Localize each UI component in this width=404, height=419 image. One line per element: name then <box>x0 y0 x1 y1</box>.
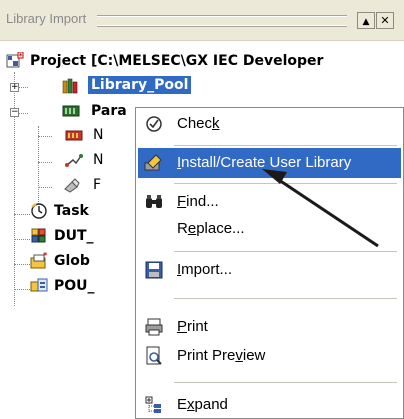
task-clock-icon <box>31 203 47 219</box>
tool-label: F <box>93 177 102 193</box>
tree-item-network-1[interactable]: N <box>30 125 135 147</box>
print-label: Print <box>177 318 208 335</box>
window-title: Library Import <box>6 11 87 26</box>
printer-icon <box>145 318 163 336</box>
global-vars-label: Glob <box>54 253 90 269</box>
title-bar: Library Import ▲ ✕ <box>0 0 404 41</box>
pou-icon <box>30 278 48 292</box>
install-create-user-library-label: Install/Create User Library <box>177 154 352 171</box>
menu-item-find[interactable]: Find... <box>136 188 401 216</box>
tree-item-library-pool[interactable]: + Library_Pool <box>6 76 196 98</box>
menu-item-print[interactable]: Print <box>136 313 401 341</box>
find-label: Find... <box>177 193 219 210</box>
network-label: N <box>93 127 104 143</box>
menu-separator <box>174 298 397 299</box>
import-icon <box>145 261 163 279</box>
menu-item-print-preview[interactable]: Print Preview <box>136 342 401 370</box>
parameter-icon <box>62 105 80 117</box>
library-import-window: Library Import ▲ ✕ * Project [C:\MELSEC\… <box>0 0 404 419</box>
svg-text:*: * <box>19 52 23 60</box>
svg-text:*: * <box>43 252 48 260</box>
menu-item-import[interactable]: Import... <box>136 256 401 284</box>
connection-label: N <box>93 152 104 168</box>
check-icon <box>146 116 162 132</box>
print-preview-label: Print Preview <box>177 347 266 364</box>
tree-item-network-2[interactable]: N <box>30 150 135 172</box>
dut-icon <box>31 228 46 243</box>
tree-connector <box>14 264 30 265</box>
binoculars-icon <box>146 195 162 208</box>
tree-item-pou[interactable]: POU_ <box>30 276 135 298</box>
menu-item-install-create-user-library[interactable]: Install/Create User Library <box>138 148 401 178</box>
collapse-toggle[interactable]: − <box>10 108 19 117</box>
tree-item-global-vars[interactable]: * Glob <box>30 251 135 273</box>
close-icon: ✕ <box>380 14 390 27</box>
menu-separator <box>174 251 397 252</box>
project-icon: * <box>6 52 24 68</box>
menu-separator <box>174 382 397 383</box>
library-books-icon <box>62 78 78 94</box>
network-icon <box>65 130 83 141</box>
tree-item-tool[interactable]: F <box>30 175 135 197</box>
import-label: Import... <box>177 261 233 278</box>
triangle-up-icon: ▲ <box>362 17 370 27</box>
global-vars-icon: * <box>30 252 48 269</box>
print-preview-icon <box>146 346 162 365</box>
tree-connector <box>14 239 30 240</box>
context-menu: Check Install/Create User Library Find..… <box>135 107 404 419</box>
replace-label: Replace... <box>177 220 245 237</box>
tree-connector <box>14 214 30 215</box>
tree-connector <box>14 289 30 290</box>
tool-icon <box>64 178 80 193</box>
task-label: Task <box>54 203 89 219</box>
expand-icon <box>145 396 161 413</box>
project-label: Project [C:\MELSEC\GX IEC Developer <box>30 53 324 69</box>
library-pool-label: Library_Pool <box>88 76 192 94</box>
tree-item-dut[interactable]: DUT_ <box>30 226 135 248</box>
check-label: Check <box>177 115 220 132</box>
dropdown-button[interactable]: ▲ <box>357 12 375 29</box>
tree-item-parameter[interactable]: − Para <box>6 101 136 123</box>
expand-label: Expand <box>177 396 228 413</box>
tree-root-project[interactable]: * Project [C:\MELSEC\GX IEC Developer <box>6 51 404 73</box>
dut-label: DUT_ <box>54 228 94 244</box>
tree-item-task[interactable]: Task <box>30 201 135 223</box>
menu-item-replace[interactable]: Replace... <box>136 215 401 243</box>
menu-item-expand[interactable]: Expand <box>136 391 401 419</box>
expand-toggle[interactable]: + <box>10 83 19 92</box>
close-button[interactable]: ✕ <box>376 12 394 29</box>
pou-label: POU_ <box>54 278 95 294</box>
title-grip[interactable] <box>97 16 347 26</box>
menu-item-check[interactable]: Check <box>136 110 401 138</box>
menu-separator <box>174 145 397 146</box>
parameter-label: Para <box>91 103 127 119</box>
install-icon <box>144 154 162 171</box>
menu-separator <box>174 183 397 184</box>
connection-icon <box>65 154 83 167</box>
